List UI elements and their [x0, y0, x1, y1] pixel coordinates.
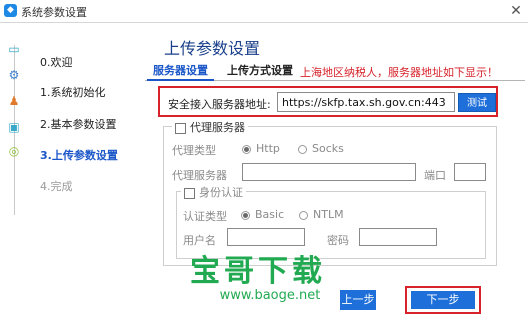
socks-label: Socks [312, 142, 344, 155]
auth-legend[interactable]: 身份认证 [181, 184, 246, 200]
next-highlight: 下一步 [405, 286, 481, 314]
tray-icon: ▣ [8, 120, 20, 134]
proxy-type-socks[interactable]: Socks [298, 142, 344, 155]
proxy-server-input[interactable] [242, 163, 416, 181]
server-address-label: 安全接入服务器地址: [168, 98, 271, 111]
proxy-legend-label: 代理服务器 [190, 121, 245, 134]
ntlm-label: NTLM [313, 208, 344, 221]
tab-upload-method[interactable]: 上传方式设置 [221, 62, 299, 79]
page-title: 上传参数设置 [164, 39, 261, 58]
port-input[interactable] [454, 163, 486, 181]
server-address-row: 安全接入服务器地址: 测试 [158, 86, 498, 117]
proxy-legend[interactable]: 代理服务器 [172, 119, 248, 135]
password-label: 密码 [327, 234, 349, 247]
step-finish: 4.完成 [40, 180, 73, 193]
proxy-checkbox[interactable] [175, 122, 186, 134]
username-label: 用户名 [183, 234, 216, 247]
auth-checkbox[interactable] [184, 187, 195, 199]
proxy-group: 代理服务器 代理类型 Http Socks 代理服务器 端口 身份认证 认证类型… [163, 119, 497, 266]
ntlm-radio[interactable] [299, 210, 308, 220]
step-upload-params: 3.上传参数设置 [40, 149, 118, 162]
tab-server-settings[interactable]: 服务器设置 [147, 62, 214, 81]
title-bar: ◆ 系统参数设置 ✕ [0, 0, 528, 23]
proxy-type-label: 代理类型 [172, 144, 216, 157]
http-radio[interactable] [242, 144, 251, 154]
basic-label: Basic [255, 208, 285, 221]
http-label: Http [256, 142, 280, 155]
proxy-type-http[interactable]: Http [242, 142, 280, 155]
auth-type-ntlm[interactable]: NTLM [299, 208, 344, 221]
close-icon[interactable]: ✕ [508, 3, 524, 19]
proxy-server-label: 代理服务器 [172, 169, 227, 182]
port-label: 端口 [424, 169, 446, 182]
step-welcome: 0.欢迎 [40, 56, 73, 69]
laptop-icon: ▭ [8, 42, 20, 56]
check-circle-icon: ◎ [8, 144, 20, 158]
auth-type-label: 认证类型 [183, 210, 227, 223]
server-address-input[interactable] [277, 92, 455, 112]
gear-icon: ⚙ [8, 68, 20, 82]
auth-legend-label: 身份认证 [199, 186, 243, 199]
window-title: 系统参数设置 [21, 6, 87, 19]
watermark-url: www.baoge.net [219, 288, 321, 303]
prev-button[interactable]: 上一步 [340, 290, 376, 310]
test-button[interactable]: 测试 [458, 93, 496, 112]
shanghai-notice: 上海地区纳税人，服务器地址如下显示！ [300, 66, 498, 79]
user-icon: ♟ [8, 94, 20, 108]
watermark-brand: 宝哥下载 [190, 254, 326, 289]
step-basic-params: 2.基本参数设置 [40, 118, 117, 131]
watermark: 宝哥下载 www.baoge.net [190, 255, 350, 303]
app-icon: ◆ [4, 4, 17, 17]
basic-radio[interactable] [241, 210, 250, 220]
password-input[interactable] [359, 228, 437, 246]
wizard-steps: ▭ 0.欢迎 ⚙ 1.系统初始化 ♟ 2.基本参数设置 ▣ 3.上传参数设置 ◎… [0, 23, 132, 323]
socks-radio[interactable] [298, 144, 307, 154]
step-system-init: 1.系统初始化 [40, 86, 106, 99]
auth-type-basic[interactable]: Basic [241, 208, 284, 221]
auth-group: 身份认证 认证类型 Basic NTLM 用户名 密码 [176, 184, 486, 259]
next-button[interactable]: 下一步 [411, 291, 475, 309]
username-input[interactable] [227, 228, 305, 246]
